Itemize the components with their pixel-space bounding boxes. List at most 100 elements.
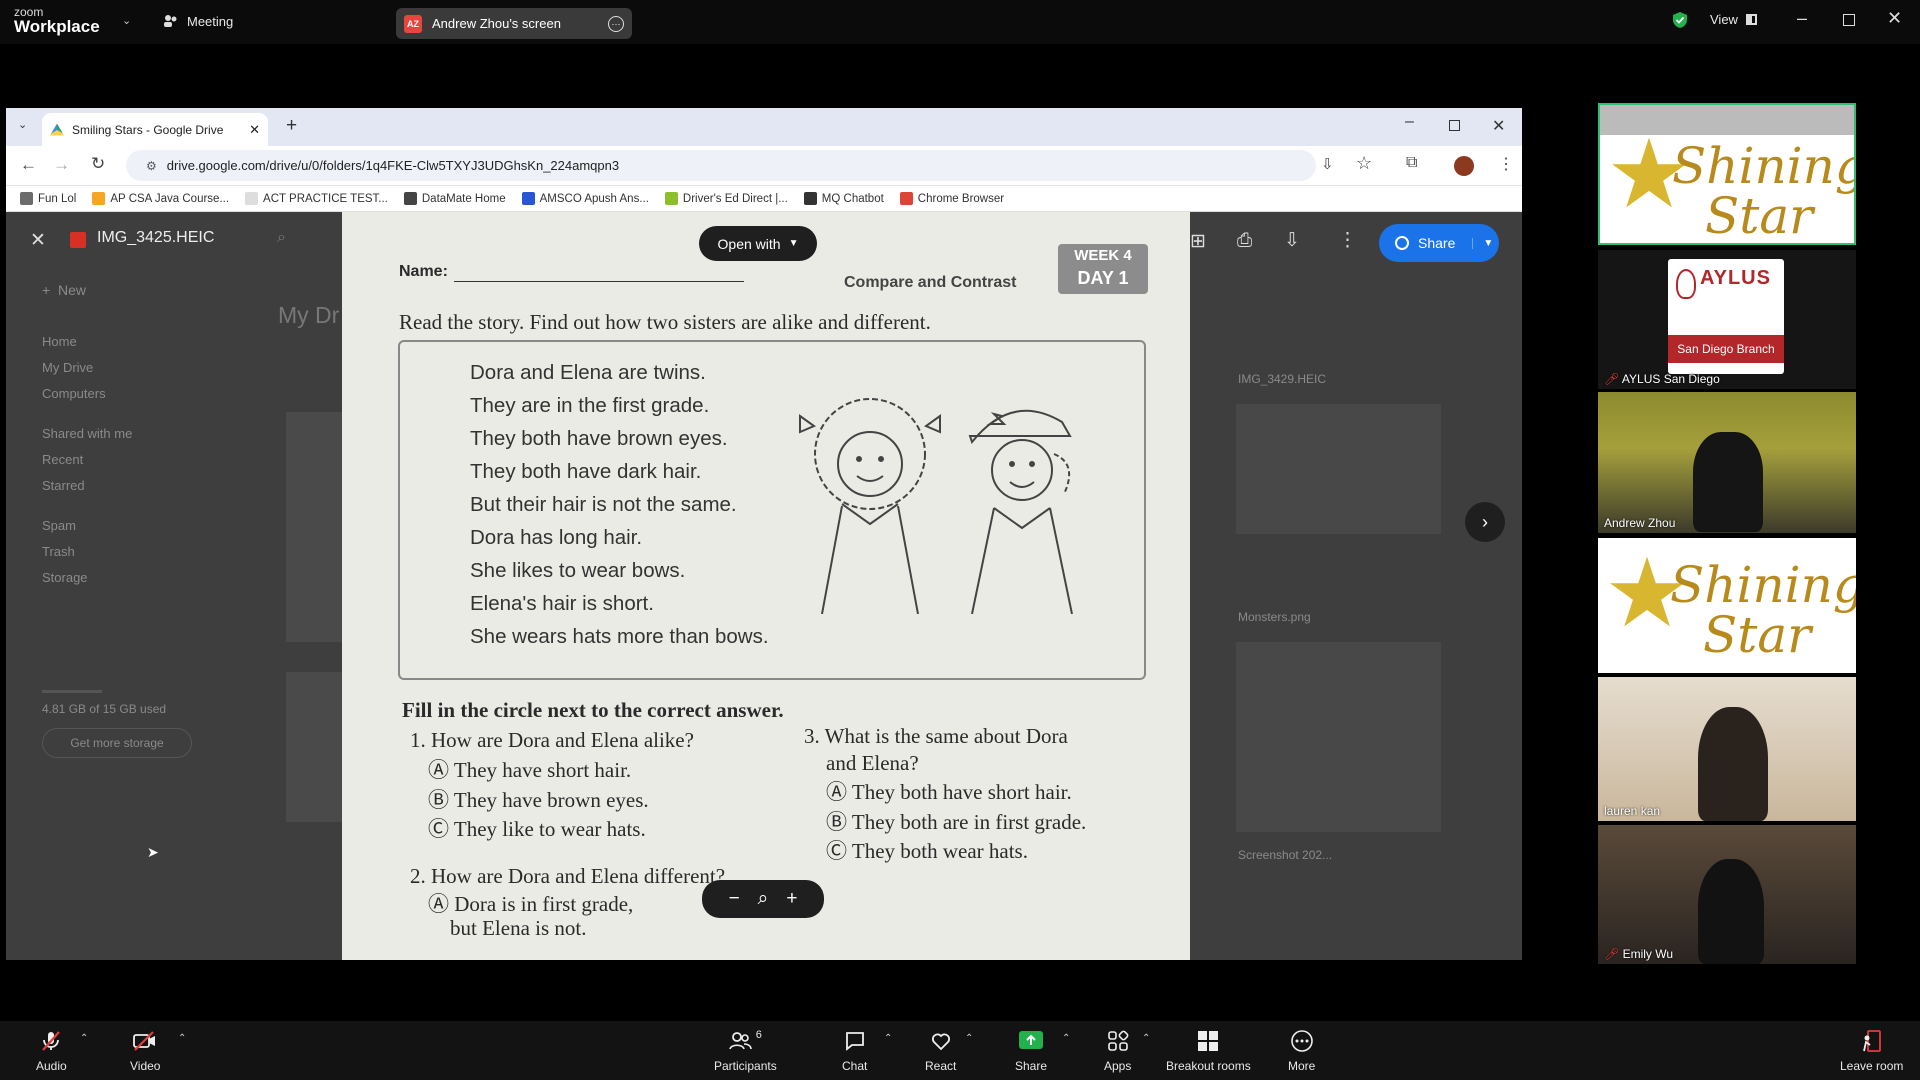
bookmark-item[interactable]: Fun Lol xyxy=(20,192,76,205)
bookmark-item[interactable]: DataMate Home xyxy=(403,192,506,205)
react-caret-icon[interactable]: ⌃ xyxy=(965,1033,973,1044)
bookmark-label: ACT PRACTICE TEST... xyxy=(263,192,388,205)
shield-check-icon[interactable] xyxy=(1672,11,1688,29)
print-icon[interactable]: ⎙ xyxy=(1237,230,1252,252)
new-tab-icon[interactable]: + xyxy=(286,115,297,137)
caret-down-icon: ▼ xyxy=(788,238,799,249)
presenter-badge: AZ xyxy=(404,14,422,33)
aylus-logo: AYLUS San Diego Branch xyxy=(1668,259,1784,374)
zoom-out-icon[interactable]: − xyxy=(729,888,740,910)
drive-bg-title: My Dr xyxy=(278,302,340,328)
star-logo-line2: Star xyxy=(1703,606,1812,664)
address-bar[interactable]: ⚙ drive.google.com/drive/u/0/folders/1q4… xyxy=(126,150,1316,181)
bookmark-item[interactable]: AP CSA Java Course... xyxy=(92,192,229,205)
leave-room-button[interactable]: Leave room xyxy=(1840,1029,1903,1073)
apps-button[interactable]: Apps xyxy=(1104,1029,1131,1073)
share-title: Andrew Zhou's screen xyxy=(432,16,561,31)
restore-icon[interactable] xyxy=(1843,14,1855,26)
participant-tile[interactable]: 🎤︎ Emily Wu xyxy=(1598,825,1856,964)
close-viewer-icon[interactable]: ✕ xyxy=(30,229,46,252)
bookmark-item[interactable]: ACT PRACTICE TEST... xyxy=(245,192,388,205)
star-logo-line2: Star xyxy=(1705,187,1814,245)
viewer-file-name: IMG_3425.HEIC xyxy=(97,229,215,246)
heart-icon xyxy=(931,1033,950,1051)
chat-caret-icon[interactable]: ⌃ xyxy=(884,1033,892,1044)
close-icon[interactable]: ✕ xyxy=(1887,8,1902,29)
bookmark-favicon-icon xyxy=(521,192,535,205)
google-drive-icon xyxy=(50,123,64,136)
reload-icon[interactable]: ↻ xyxy=(91,154,105,174)
chevron-down-icon[interactable]: ⌄ xyxy=(122,14,131,27)
more-actions-icon[interactable]: ⋮ xyxy=(1338,229,1357,252)
participant-tile[interactable]: ★ Shining Star xyxy=(1598,103,1856,245)
meeting-menu[interactable]: Meeting xyxy=(163,13,233,29)
add-comment-icon[interactable]: ⊞ xyxy=(1190,230,1206,253)
video-button[interactable]: Video xyxy=(130,1029,160,1073)
share-caret-icon[interactable]: ▼ xyxy=(1472,237,1493,249)
participants-count: 6 xyxy=(755,1029,762,1041)
instruction-text: Read the story. Find out how two sisters… xyxy=(399,310,931,334)
bookmark-item[interactable]: Chrome Browser xyxy=(899,192,1004,205)
participants-button[interactable]: 6 Participants xyxy=(714,1029,777,1073)
apps-caret-icon[interactable]: ⌃ xyxy=(1142,1033,1150,1044)
site-info-icon[interactable]: ⚙ xyxy=(146,159,157,173)
close-tab-icon[interactable]: ✕ xyxy=(249,122,260,138)
profile-avatar[interactable] xyxy=(1454,156,1474,176)
view-label: View xyxy=(1710,12,1738,27)
screen-share-indicator[interactable]: AZ Andrew Zhou's screen ··· xyxy=(396,8,632,39)
share-screen-icon xyxy=(1019,1031,1044,1049)
drive-nav-item: Recent xyxy=(42,452,84,467)
apps-label: Apps xyxy=(1104,1059,1132,1073)
window-minimize-icon[interactable]: – xyxy=(1405,113,1414,131)
next-file-button[interactable]: › xyxy=(1465,502,1505,542)
more-options-icon[interactable]: ··· xyxy=(608,15,624,32)
participant-tile[interactable]: Andrew Zhou xyxy=(1598,392,1856,533)
chat-button[interactable]: Chat xyxy=(842,1029,867,1073)
participant-tile[interactable]: ★ Shining Star xyxy=(1598,538,1856,673)
answer-option: Ⓒ They like to wear hats. xyxy=(428,817,646,841)
forward-icon[interactable]: → xyxy=(53,155,70,175)
zoom-magnifier-icon[interactable]: ⌕ xyxy=(758,888,769,910)
tab-search-icon[interactable]: ⌄ xyxy=(18,118,27,131)
share-button[interactable]: Share ▼ xyxy=(1379,224,1499,262)
question-1-options: Ⓐ They have short hair. Ⓑ They have brown… xyxy=(428,756,649,845)
chat-icon xyxy=(845,1032,864,1051)
bookmark-item[interactable]: AMSCO Apush Ans... xyxy=(521,192,649,205)
more-button[interactable]: More xyxy=(1288,1029,1315,1073)
chat-label: Chat xyxy=(842,1059,868,1073)
share-screen-button[interactable]: Share xyxy=(1015,1029,1047,1073)
bookmark-favicon-icon xyxy=(245,192,259,205)
audio-caret-icon[interactable]: ⌃ xyxy=(80,1033,88,1044)
window-restore-icon[interactable] xyxy=(1449,120,1460,131)
chrome-menu-icon[interactable]: ⋮ xyxy=(1498,154,1514,174)
open-with-button[interactable]: Open with ▼ xyxy=(699,226,817,261)
zoom-in-icon[interactable]: + xyxy=(786,888,797,910)
muted-mic-icon xyxy=(42,1031,61,1051)
browser-tab[interactable]: Smiling Stars - Google Drive ✕ xyxy=(42,113,268,146)
apps-icon xyxy=(1107,1030,1129,1051)
extensions-icon[interactable]: ⧉ xyxy=(1406,154,1417,172)
drive-nav-item: Spam xyxy=(42,518,76,533)
window-close-icon[interactable]: ✕ xyxy=(1492,116,1505,136)
share-caret-icon[interactable]: ⌃ xyxy=(1062,1033,1070,1044)
drive-nav-item: Computers xyxy=(42,386,106,401)
bookmark-item[interactable]: Driver's Ed Direct |... xyxy=(664,192,788,205)
participant-tile[interactable]: lauren kan xyxy=(1598,677,1856,821)
bookmark-label: AMSCO Apush Ans... xyxy=(539,192,649,205)
view-menu[interactable]: View xyxy=(1710,12,1757,27)
back-icon[interactable]: ← xyxy=(20,155,37,175)
story-line: She likes to wear bows. xyxy=(470,559,686,582)
more-label: More xyxy=(1288,1059,1316,1073)
breakout-rooms-button[interactable]: Breakout rooms xyxy=(1166,1029,1251,1073)
minimize-icon[interactable]: – xyxy=(1797,8,1807,29)
bookmark-star-icon[interactable]: ☆ xyxy=(1356,153,1372,174)
video-person xyxy=(1698,707,1768,821)
answer-option: Ⓐ They both have short hair. xyxy=(826,780,1072,804)
download-icon[interactable]: ⇩ xyxy=(1284,229,1300,252)
react-button[interactable]: React xyxy=(925,1029,956,1073)
audio-button[interactable]: Audio xyxy=(36,1029,67,1073)
video-caret-icon[interactable]: ⌃ xyxy=(178,1033,186,1044)
install-app-icon[interactable]: ⇩ xyxy=(1321,155,1334,173)
bookmark-item[interactable]: MQ Chatbot xyxy=(803,192,884,205)
participant-tile[interactable]: AYLUS San Diego Branch 🎤︎ AYLUS San Dieg… xyxy=(1598,250,1856,389)
